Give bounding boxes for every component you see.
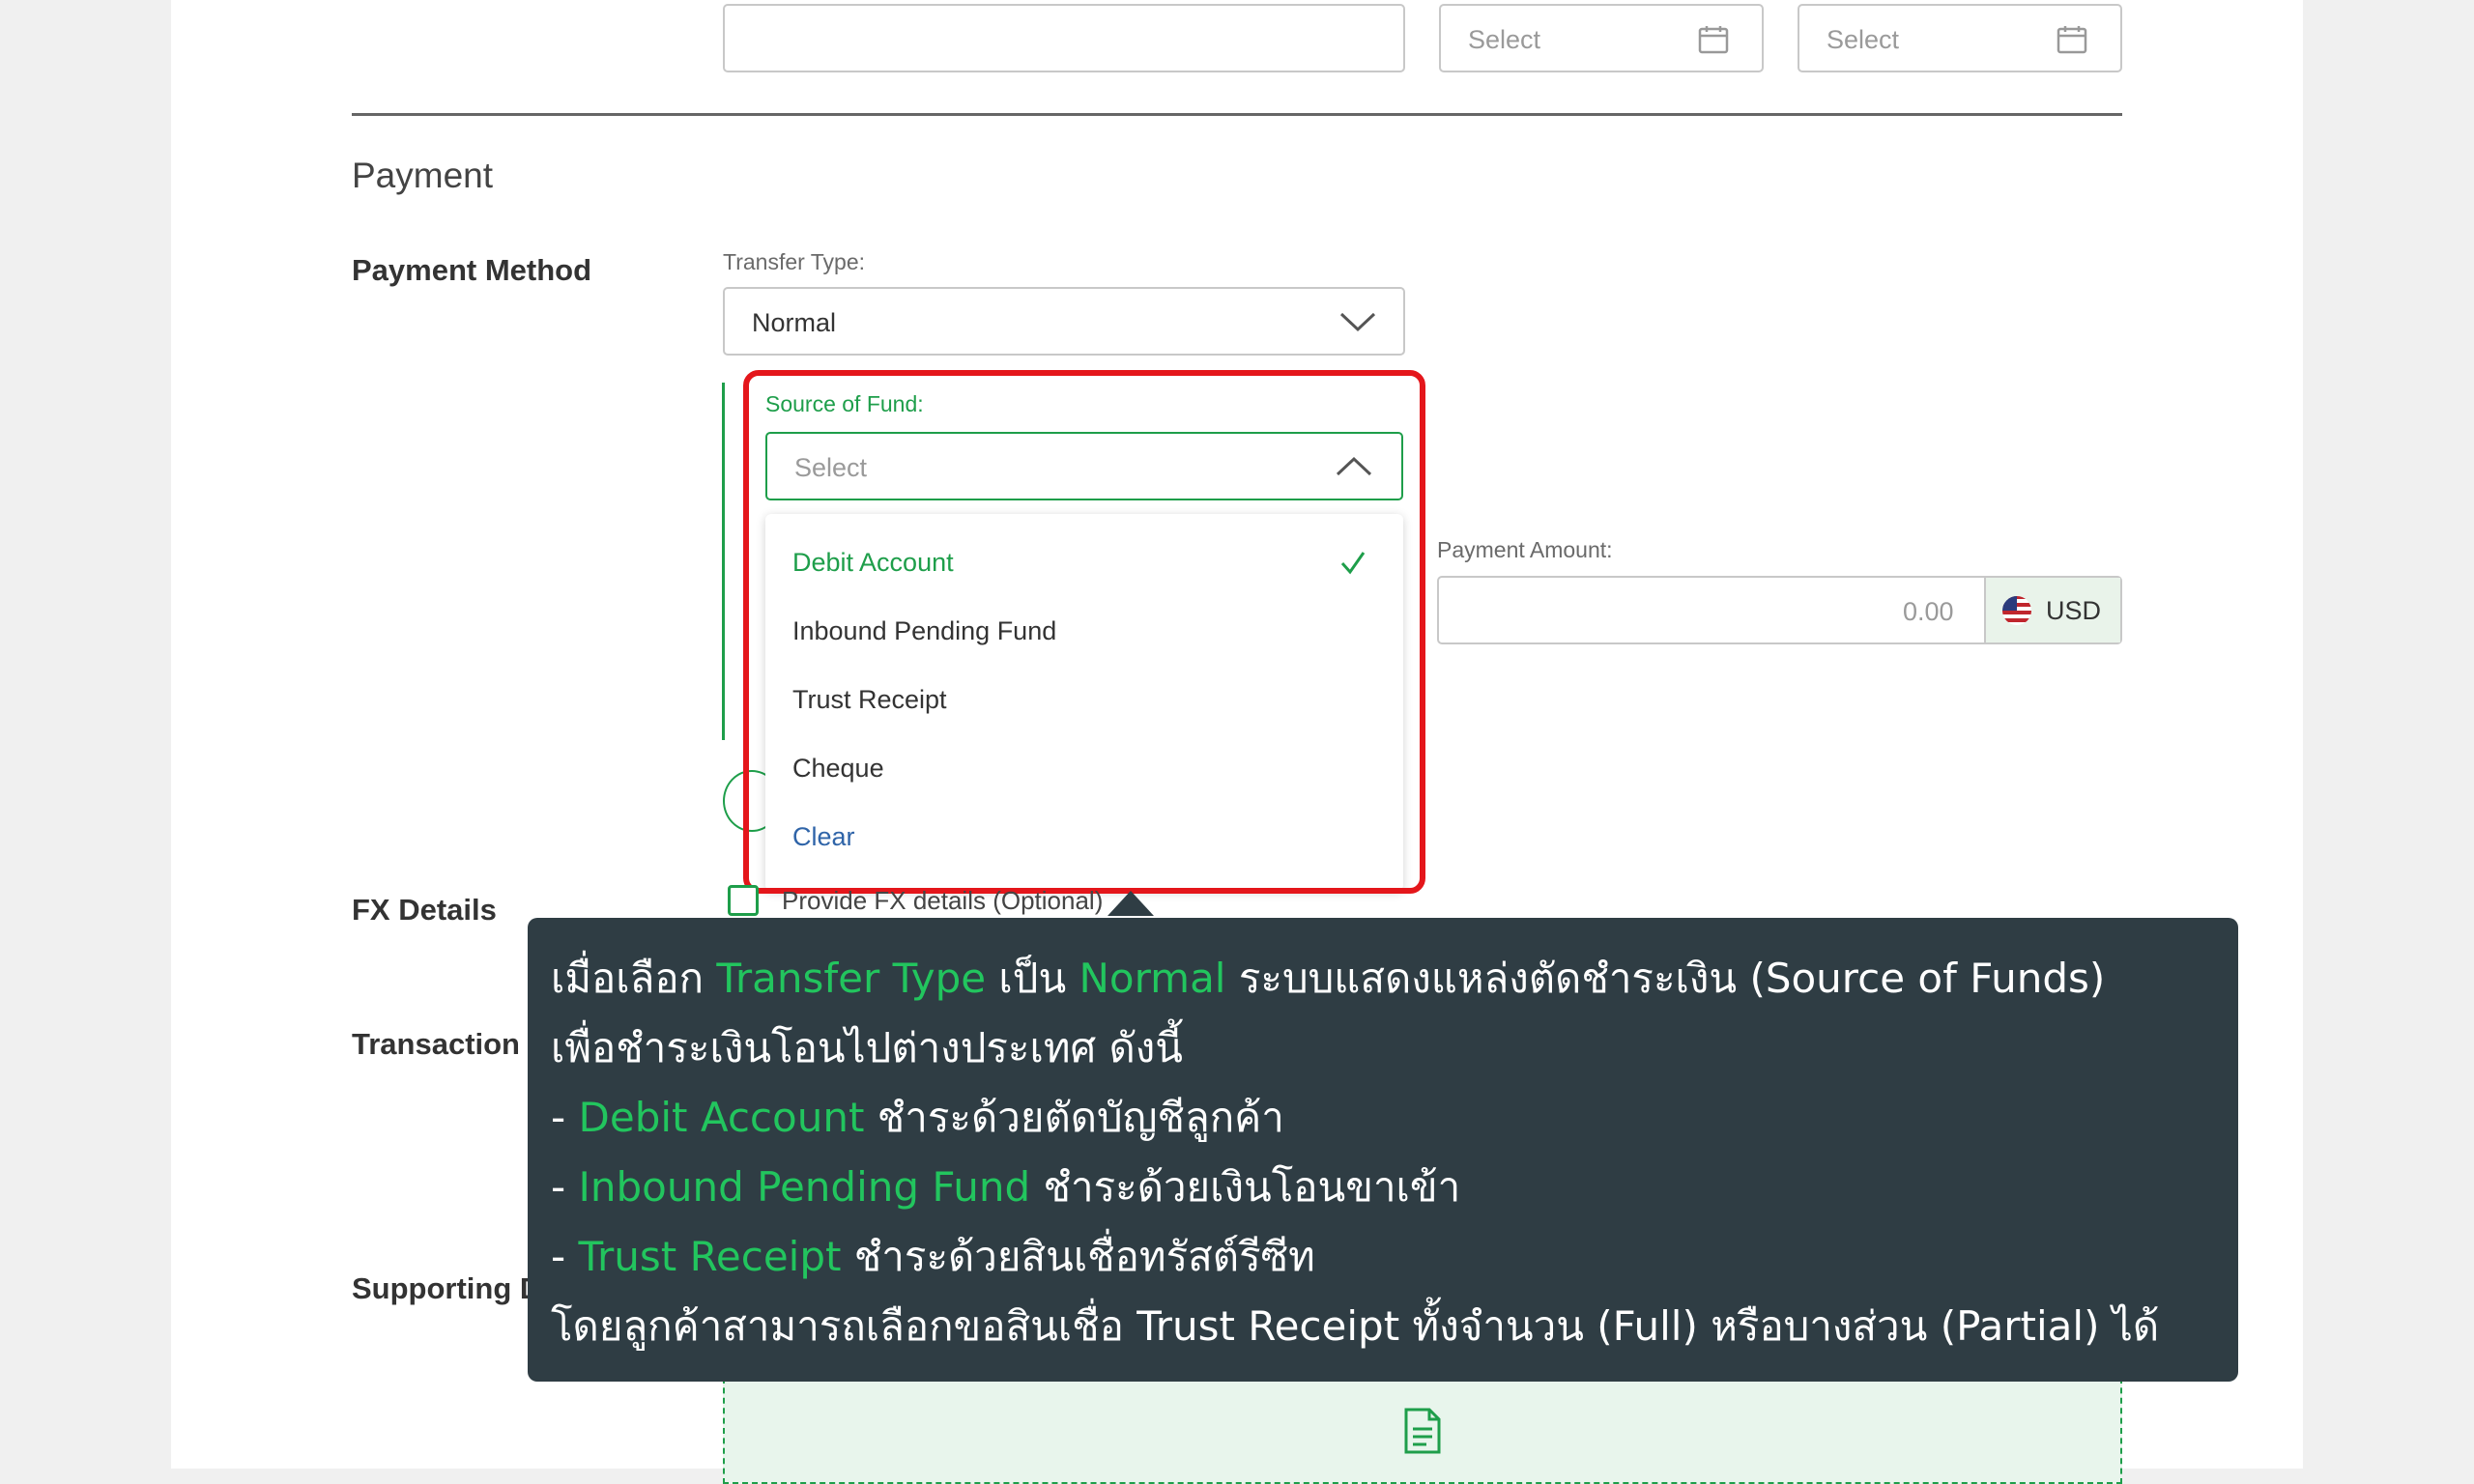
us-flag-icon	[2001, 595, 2032, 631]
transfer-type-value: Normal	[752, 308, 837, 337]
group-guide-line	[722, 383, 725, 740]
fx-details-checkbox-label: Provide FX details (Optional)	[782, 886, 1104, 915]
currency-selector[interactable]: USD	[1984, 578, 2120, 642]
text-input-top[interactable]	[723, 4, 1405, 72]
currency-code: USD	[2046, 596, 2102, 625]
highlight-box	[743, 370, 1425, 894]
tooltip-text: -	[551, 1233, 579, 1280]
supporting-documents-label: Supporting D	[352, 1271, 542, 1305]
tooltip-line-6: โดยลูกค้าสามารถเลือกขอสินเชื่อ Trust Rec…	[551, 1295, 2159, 1358]
tooltip-line-4: - Inbound Pending Fund ชำระด้วยเงินโอนขา…	[551, 1156, 1460, 1219]
tooltip-explanation: เมื่อเลือก Transfer Type เป็น Normal ระบ…	[528, 918, 2238, 1382]
date-from-placeholder: Select	[1468, 25, 1541, 54]
date-from-picker[interactable]: Select	[1439, 4, 1764, 72]
tooltip-text: ชำระด้วยสินเชื่อทรัสต์รีซีท	[841, 1233, 1315, 1280]
tooltip-text: -	[551, 1163, 579, 1211]
tooltip-line-5: - Trust Receipt ชำระด้วยสินเชื่อทรัสต์รี…	[551, 1225, 1315, 1289]
fx-details-label: FX Details	[352, 893, 497, 927]
payment-amount-label: Payment Amount:	[1437, 537, 1613, 562]
payment-amount-value: 0.00	[1903, 597, 1954, 626]
date-to-picker[interactable]: Select	[1798, 4, 2122, 72]
transfer-type-label: Transfer Type:	[723, 249, 866, 274]
tooltip-line-2: เพื่อชำระเงินโอนไปต่างประเทศ ดังนี้	[551, 1016, 1183, 1080]
tooltip-text: ระบบแสดงแหล่งตัดชำระเงิน (Source of Fund…	[1225, 955, 2106, 1002]
section-divider	[352, 113, 2122, 116]
tooltip-highlight-text: Trust Receipt	[578, 1233, 842, 1280]
tooltip-highlight-text: Inbound Pending Fund	[578, 1163, 1031, 1211]
tooltip-highlight-text: Transfer Type	[716, 955, 987, 1002]
tooltip-text: เมื่อเลือก	[551, 955, 717, 1002]
calendar-icon[interactable]	[1698, 25, 1729, 54]
tooltip-text: เพื่อชำระเงินโอนไปต่างประเทศ ดังนี้	[551, 1024, 1184, 1071]
payment-amount-input[interactable]: 0.00 USD	[1437, 576, 2122, 644]
transaction-label: Transaction	[352, 1027, 520, 1061]
date-to-placeholder: Select	[1827, 25, 1900, 54]
tooltip-text: ชำระด้วยเงินโอนขาเข้า	[1030, 1163, 1461, 1211]
tooltip-arrow	[1108, 891, 1154, 916]
chevron-down-icon	[1339, 310, 1376, 338]
tooltip-highlight-text: Debit Account	[578, 1094, 865, 1141]
tooltip-highlight-text: Normal	[1079, 955, 1226, 1002]
transfer-type-select[interactable]: Normal	[723, 287, 1405, 356]
tooltip-text: ชำระด้วยตัดบัญชีลูกค้า	[864, 1094, 1284, 1141]
tooltip-line-3: - Debit Account ชำระด้วยตัดบัญชีลูกค้า	[551, 1086, 1284, 1150]
payment-section-title: Payment	[352, 156, 494, 195]
tooltip-text: โดยลูกค้าสามารถเลือกขอสินเชื่อ Trust Rec…	[551, 1302, 2160, 1350]
calendar-icon[interactable]	[2057, 25, 2087, 54]
tooltip-line-1: เมื่อเลือก Transfer Type เป็น Normal ระบ…	[551, 947, 2105, 1011]
tooltip-text: เป็น	[986, 955, 1079, 1002]
tooltip-text: -	[551, 1094, 579, 1141]
document-icon	[1403, 1407, 1442, 1460]
payment-method-label: Payment Method	[352, 253, 592, 287]
fx-details-checkbox[interactable]	[728, 885, 759, 916]
